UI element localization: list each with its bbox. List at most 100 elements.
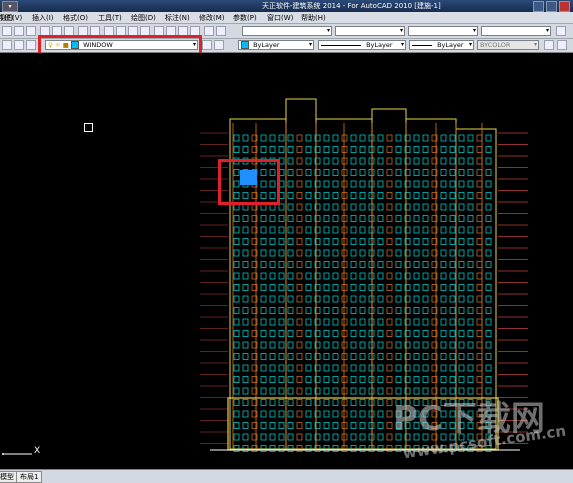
window (467, 169, 474, 176)
layer-properties-icon[interactable] (2, 40, 12, 50)
window (296, 169, 303, 176)
save-icon[interactable] (26, 26, 36, 36)
maximize-button[interactable] (546, 1, 557, 12)
tab-layout1[interactable]: 布局1 (16, 471, 43, 483)
menu-dimension[interactable]: 标注(N) (165, 13, 190, 23)
window (440, 307, 447, 314)
window (242, 376, 249, 383)
window (260, 330, 267, 337)
window (332, 399, 339, 406)
menu-help[interactable]: 帮助(H) (301, 13, 326, 23)
window (260, 215, 267, 222)
window (233, 134, 240, 142)
window (395, 134, 402, 142)
window (242, 295, 249, 303)
window (242, 146, 249, 153)
window (287, 215, 294, 222)
window (467, 376, 474, 383)
window-selection-highlight (218, 159, 280, 205)
style-combo[interactable]: ▾ (335, 26, 405, 36)
window (458, 295, 465, 303)
window (305, 261, 312, 268)
window (323, 272, 330, 280)
window (386, 180, 393, 188)
close-button[interactable] (559, 1, 570, 12)
layer-previous-icon[interactable] (26, 40, 36, 50)
calculator-icon[interactable] (216, 26, 226, 36)
workspace-combo[interactable]: ▾ (242, 26, 332, 36)
window (296, 422, 303, 429)
window (359, 180, 366, 188)
menu-insert[interactable]: 插入(I) (32, 13, 54, 23)
multileader-icon[interactable] (556, 26, 566, 36)
open-icon[interactable] (14, 26, 24, 36)
window (395, 284, 402, 291)
window (449, 353, 456, 360)
window (359, 157, 366, 165)
window (377, 307, 384, 314)
window (350, 146, 357, 153)
layer-match-icon[interactable] (214, 40, 224, 50)
window (269, 238, 276, 245)
window (386, 261, 393, 268)
window (386, 353, 393, 360)
window (422, 353, 429, 360)
color-combo[interactable]: ByLayer ▾ (238, 40, 314, 50)
window (458, 157, 465, 165)
menu-tools[interactable]: 工具(T) (98, 13, 122, 23)
window (440, 180, 447, 188)
lineweight-combo[interactable]: ByLayer ▾ (409, 40, 474, 50)
window (287, 192, 294, 199)
window (350, 134, 357, 142)
window (287, 203, 294, 211)
window (467, 249, 474, 257)
window (260, 284, 267, 291)
window (458, 307, 465, 314)
window (296, 249, 303, 257)
window (323, 180, 330, 188)
window (242, 341, 249, 349)
window (242, 261, 249, 268)
window (386, 318, 393, 326)
window (269, 146, 276, 153)
window (386, 238, 393, 245)
app-menu-icon[interactable]: ▾ (2, 1, 18, 12)
window (395, 272, 402, 280)
menu-draw[interactable]: 绘图(D) (131, 13, 156, 23)
window (359, 341, 366, 349)
linetype-combo[interactable]: ByLayer ▾ (318, 40, 406, 50)
window (305, 192, 312, 199)
window (386, 272, 393, 280)
window (458, 330, 465, 337)
menu-parameter[interactable]: 参数(P) (233, 13, 257, 23)
menu-modify[interactable]: 修改(M) (199, 13, 225, 23)
window (377, 433, 384, 441)
object-properties-icon[interactable] (544, 40, 554, 50)
window (278, 422, 285, 429)
dimstyle-combo[interactable]: ▾ (408, 26, 478, 36)
tablestyle-combo[interactable]: ▾ (481, 26, 551, 36)
window (278, 146, 285, 153)
window (269, 341, 276, 349)
new-icon[interactable] (2, 26, 12, 36)
window (440, 203, 447, 211)
window (467, 295, 474, 303)
toolbar-options-icon[interactable] (557, 40, 567, 50)
minimize-button[interactable] (533, 1, 544, 12)
window (296, 410, 303, 418)
plotstyle-combo[interactable]: BYCOLOR ▾ (477, 40, 539, 50)
window (386, 364, 393, 372)
menu-view[interactable]: 视图(V) (0, 13, 22, 23)
window (341, 192, 348, 199)
menu-format[interactable]: 格式(O) (63, 13, 88, 23)
menu-window[interactable]: 窗口(W) (267, 13, 293, 23)
window (476, 180, 483, 188)
drawing-canvas[interactable]: X PC下载网 www.pcsoft.com.cn (0, 53, 573, 469)
make-current-layer-icon[interactable] (202, 40, 212, 50)
window (395, 341, 402, 349)
window (278, 134, 285, 142)
window (260, 226, 267, 234)
window (440, 215, 447, 222)
layer-states-icon[interactable] (14, 40, 24, 50)
markup-icon[interactable] (204, 26, 214, 36)
